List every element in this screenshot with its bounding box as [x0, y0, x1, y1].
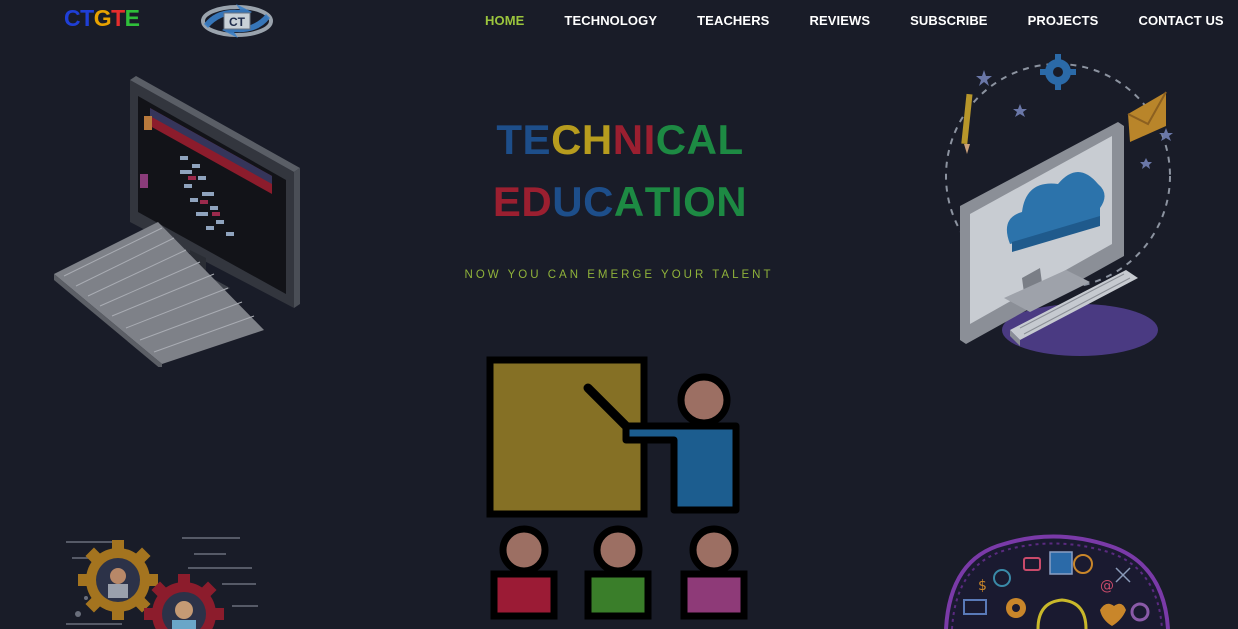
hero-letter: L: [717, 116, 744, 163]
hero-letter: I: [643, 116, 656, 163]
brand-letter: T: [111, 5, 125, 31]
emblem-text: CT: [229, 15, 246, 29]
ct-emblem-icon[interactable]: CT: [196, 0, 278, 42]
gear-team-illustration-icon: [66, 537, 258, 629]
hero-letter: A: [686, 116, 718, 163]
hero-title-line1: TECHNICAL: [440, 116, 800, 164]
nav-technology[interactable]: TECHNOLOGY: [564, 13, 657, 28]
hero-letter: E: [522, 116, 552, 163]
hero-letter: I: [670, 178, 684, 225]
gear-icon: [1040, 54, 1076, 90]
classroom-teacher-icon: [486, 356, 748, 620]
brand-logo-text[interactable]: CTGTE: [64, 5, 140, 32]
nav-subscribe[interactable]: SUBSCRIBE: [910, 13, 987, 28]
hero-letter: N: [612, 116, 644, 163]
cloud-computer-illustration-icon: [945, 54, 1173, 356]
hero-letter: O: [683, 178, 717, 225]
hero-title-line2: EDUCATION: [440, 178, 800, 226]
hero-letter: H: [581, 116, 613, 163]
nav-projects[interactable]: PROJECTS: [1028, 13, 1099, 28]
main-nav: HOME TECHNOLOGY TEACHERS REVIEWS SUBSCRI…: [485, 13, 1224, 28]
hero-letter: C: [551, 116, 582, 163]
computer-illustration-icon: [54, 76, 300, 367]
hero-letter: N: [716, 178, 748, 225]
site-header: CTGTE CT HOME TECHNOLOGY TEACHERS REVIEW…: [0, 0, 1238, 44]
nav-teachers[interactable]: TEACHERS: [697, 13, 769, 28]
hero-letter: U: [552, 178, 584, 225]
brand-letter: C: [64, 5, 81, 31]
brand-letter: E: [124, 5, 140, 31]
hero-letter: D: [521, 178, 553, 225]
svg-text:$: $: [978, 578, 987, 594]
svg-text:@: @: [1100, 578, 1114, 594]
hero-letter: T: [644, 178, 671, 225]
brand-letter: T: [80, 5, 94, 31]
hero-letter: C: [583, 178, 614, 225]
hero-letter: C: [655, 116, 687, 163]
nav-reviews[interactable]: REVIEWS: [809, 13, 870, 28]
hero-letter: T: [496, 116, 523, 163]
hero-letter: A: [613, 178, 645, 225]
nav-contact-us[interactable]: CONTACT US: [1138, 13, 1223, 28]
hero-letter: E: [492, 178, 522, 225]
nav-home[interactable]: HOME: [485, 13, 524, 28]
brand-letter: G: [93, 5, 112, 31]
brain-ideas-illustration-icon: $ @: [944, 534, 1170, 629]
hero-tagline: NOW YOU CAN EMERGE YOUR TALENT: [464, 269, 774, 281]
